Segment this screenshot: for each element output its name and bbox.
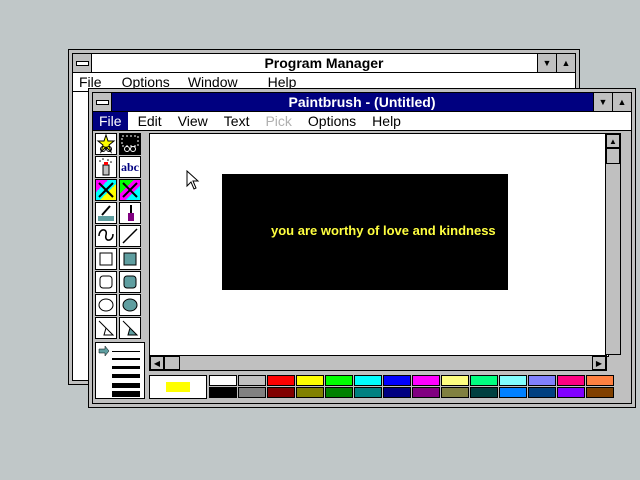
palette-swatch[interactable] [499, 375, 527, 386]
pick-tool[interactable] [119, 133, 141, 155]
palette-swatch[interactable] [499, 387, 527, 398]
canvas-black-rectangle: you are worthy of love and kindness [222, 174, 508, 290]
program-manager-titlebar[interactable]: Program Manager ▼ ▲ [73, 54, 575, 73]
paintbrush-maximize-button[interactable]: ▲ [612, 93, 631, 111]
palette-swatch[interactable] [586, 375, 614, 386]
program-manager-minimize-button[interactable]: ▼ [537, 54, 556, 72]
pb-menu-pick[interactable]: Pick [259, 112, 297, 130]
palette-swatch[interactable] [557, 375, 585, 386]
text-tool[interactable]: abc [119, 156, 141, 178]
paintbrush-titlebar[interactable]: Paintbrush - (Untitled) ▼ ▲ [93, 93, 631, 112]
airbrush-tool[interactable] [95, 156, 117, 178]
palette-swatch[interactable] [528, 375, 556, 386]
line-width-box[interactable] [95, 342, 145, 399]
curve-tool[interactable] [95, 225, 117, 247]
circle-tool[interactable] [95, 294, 117, 316]
vertical-scroll-thumb[interactable] [606, 148, 620, 164]
paintbrush-system-menu[interactable] [93, 93, 112, 111]
palette-swatch[interactable] [557, 387, 585, 398]
palette-swatch[interactable] [528, 387, 556, 398]
program-manager-maximize-button[interactable]: ▲ [556, 54, 575, 72]
color-eraser-tool[interactable] [95, 179, 117, 201]
selected-colors-box[interactable] [149, 375, 207, 399]
palette-swatch[interactable] [441, 387, 469, 398]
filled-polygon-tool[interactable] [119, 317, 141, 339]
palette-swatch[interactable] [296, 387, 324, 398]
color-palette [149, 375, 621, 401]
vertical-scrollbar[interactable]: ▲ [605, 133, 621, 355]
palette-swatch[interactable] [383, 375, 411, 386]
foreground-color-swatch [166, 382, 190, 392]
pb-menu-text[interactable]: Text [218, 112, 256, 130]
palette-swatch[interactable] [354, 387, 382, 398]
filled-box-tool[interactable] [119, 248, 141, 270]
palette-swatch[interactable] [354, 375, 382, 386]
palette-swatch[interactable] [412, 387, 440, 398]
palette-swatch[interactable] [470, 375, 498, 386]
paintbrush-menubar: File Edit View Text Pick Options Help [93, 112, 631, 131]
line-width-selector[interactable] [96, 343, 144, 398]
pb-menu-edit[interactable]: Edit [132, 112, 168, 130]
palette-swatch[interactable] [238, 387, 266, 398]
paintbrush-title: Paintbrush - (Untitled) [288, 94, 436, 110]
palette-swatch[interactable] [296, 375, 324, 386]
palette-swatch[interactable] [441, 375, 469, 386]
drawing-area[interactable]: you are worthy of love and kindness [149, 133, 609, 357]
palette-swatch[interactable] [470, 387, 498, 398]
filled-rounded-box-tool[interactable] [119, 271, 141, 293]
paintbrush-minimize-button[interactable]: ▼ [593, 93, 612, 111]
scroll-up-button[interactable]: ▲ [606, 134, 620, 148]
filled-circle-tool[interactable] [119, 294, 141, 316]
scissors-tool[interactable] [95, 133, 117, 155]
palette-swatch[interactable] [412, 375, 440, 386]
palette-swatch[interactable] [209, 387, 237, 398]
palette-swatch[interactable] [325, 375, 353, 386]
eraser-tool[interactable] [119, 179, 141, 201]
toolbox: abc [95, 133, 145, 339]
rounded-box-tool[interactable] [95, 271, 117, 293]
mouse-pointer-icon [186, 170, 200, 190]
palette-swatch[interactable] [267, 387, 295, 398]
palette-swatch[interactable] [238, 375, 266, 386]
program-manager-title: Program Manager [264, 55, 384, 71]
horizontal-scrollbar[interactable]: ◀ ▶ [149, 355, 607, 371]
palette-swatch[interactable] [325, 387, 353, 398]
pb-menu-file[interactable]: File [93, 112, 128, 130]
box-tool[interactable] [95, 248, 117, 270]
scroll-right-button[interactable]: ▶ [592, 356, 606, 370]
canvas-text: you are worthy of love and kindness [271, 223, 496, 238]
brush-tool[interactable] [119, 202, 141, 224]
palette-swatch[interactable] [267, 375, 295, 386]
program-manager-system-menu[interactable] [73, 54, 92, 72]
palette-swatch[interactable] [209, 375, 237, 386]
scroll-left-button[interactable]: ◀ [150, 356, 164, 370]
paintbrush-window: Paintbrush - (Untitled) ▼ ▲ File Edit Vi… [88, 88, 636, 408]
paint-roller-tool[interactable] [95, 202, 117, 224]
line-tool[interactable] [119, 225, 141, 247]
polygon-tool[interactable] [95, 317, 117, 339]
pb-menu-help[interactable]: Help [366, 112, 407, 130]
horizontal-scroll-thumb[interactable] [164, 356, 180, 370]
pb-menu-options[interactable]: Options [302, 112, 362, 130]
palette-swatch[interactable] [586, 387, 614, 398]
palette-swatch[interactable] [383, 387, 411, 398]
pb-menu-view[interactable]: View [172, 112, 214, 130]
